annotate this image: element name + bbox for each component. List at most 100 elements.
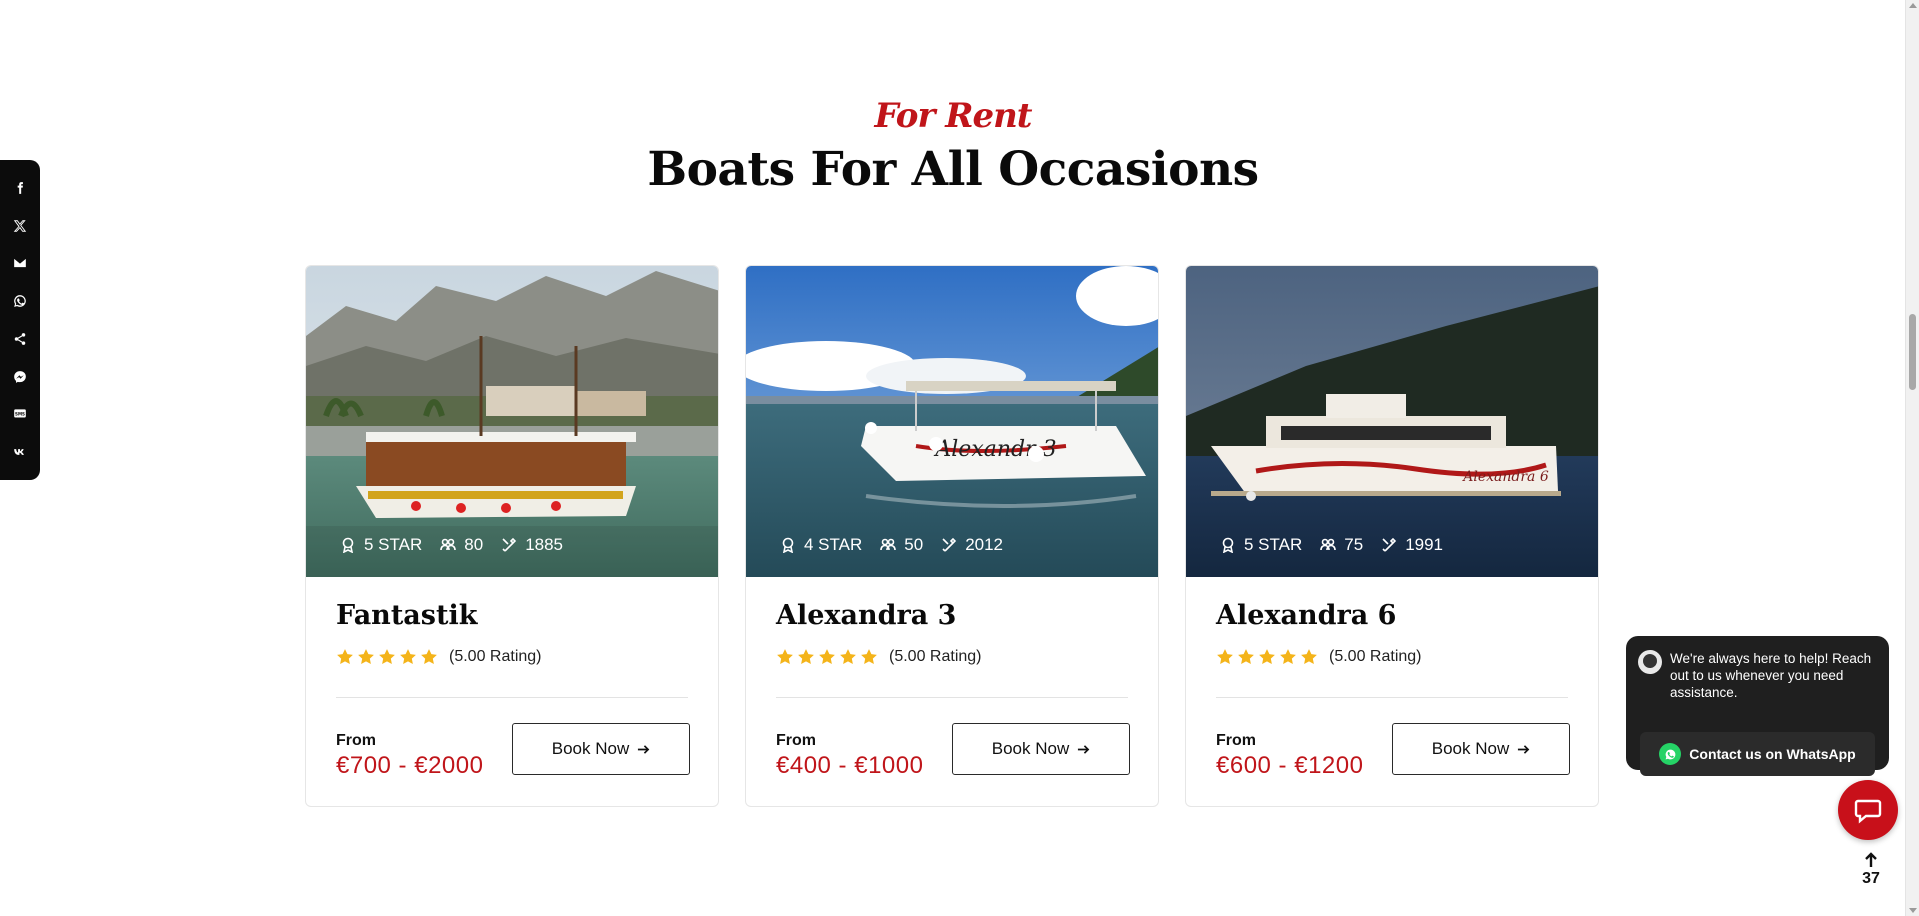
scroll-down-arrow[interactable] xyxy=(1909,908,1917,913)
star-icon xyxy=(1301,649,1317,665)
boat-capacity-label: 80 xyxy=(464,535,484,554)
boat-photo[interactable]: Alexandr 3 4 STAR 50 2012 xyxy=(746,266,1158,577)
boat-stars-label: 5 STAR xyxy=(364,535,423,554)
svg-text:SMS: SMS xyxy=(15,412,25,417)
vk-icon[interactable] xyxy=(10,442,30,462)
boat-stars-label: 5 STAR xyxy=(1244,535,1303,554)
boat-card-alexandra-6[interactable]: Alexandra 6 5 STAR 75 1991 Alexandra 6 (… xyxy=(1185,265,1599,807)
boat-rating: (5.00 Rating) xyxy=(1216,648,1422,666)
tools-icon xyxy=(502,537,517,552)
boat-meta: 5 STAR 75 1991 xyxy=(1220,535,1451,555)
chat-icon xyxy=(1854,799,1882,824)
arrow-right-icon xyxy=(1078,744,1090,754)
whatsapp-icon xyxy=(1659,743,1682,765)
award-icon xyxy=(1222,537,1234,553)
whatsapp-message-text: We're always here to help! Reach out to … xyxy=(1670,651,1872,700)
email-icon[interactable] xyxy=(10,253,30,273)
svg-text:Alexandra 6: Alexandra 6 xyxy=(1461,469,1549,485)
help-chat-button[interactable] xyxy=(1838,780,1898,840)
star-icon xyxy=(421,649,437,665)
price-from-label: From xyxy=(336,732,376,749)
social-share-bar: SMS xyxy=(0,160,40,480)
card-divider xyxy=(336,697,688,698)
boat-price: €600 - €1200 xyxy=(1216,752,1364,779)
book-now-button[interactable]: Book Now xyxy=(1392,723,1570,775)
guests-icon xyxy=(440,538,457,551)
book-now-label: Book Now xyxy=(1431,739,1510,758)
boat-capacity-label: 50 xyxy=(904,535,924,554)
book-now-label: Book Now xyxy=(551,739,630,758)
star-icon xyxy=(840,649,856,665)
whatsapp-popup: We're always here to help! Reach out to … xyxy=(1626,636,1889,776)
boat-capacity-label: 75 xyxy=(1344,535,1364,554)
scrollbar-thumb[interactable] xyxy=(1909,314,1916,390)
tools-icon xyxy=(942,537,957,552)
section-title: Boats For All Occasions xyxy=(647,142,1259,197)
boat-year: 2012 xyxy=(941,535,1003,555)
arrow-right-icon xyxy=(638,744,650,754)
star-icon xyxy=(1238,649,1254,665)
guests-icon xyxy=(1320,538,1337,551)
star-icon xyxy=(798,649,814,665)
arrow-right-icon xyxy=(1518,744,1530,754)
agent-avatar xyxy=(1638,650,1662,674)
award-icon xyxy=(782,537,794,553)
boat-name[interactable]: Fantastik xyxy=(336,600,477,631)
whatsapp-message: We're always here to help! Reach out to … xyxy=(1638,650,1877,701)
boat-stars: 5 STAR xyxy=(1220,535,1302,555)
star-icon xyxy=(358,649,374,665)
arrow-up-icon xyxy=(1865,852,1877,867)
book-now-button[interactable]: Book Now xyxy=(952,723,1130,775)
star-icon xyxy=(400,649,416,665)
guests-icon xyxy=(880,538,897,551)
boat-meta: 5 STAR 80 1885 xyxy=(340,535,571,555)
star-icon xyxy=(819,649,835,665)
boat-stars: 5 STAR xyxy=(340,535,422,555)
whatsapp-contact-button[interactable]: Contact us on WhatsApp xyxy=(1640,732,1875,776)
rating-text: (5.00 Rating) xyxy=(889,648,982,665)
star-icon xyxy=(337,649,353,665)
book-now-button[interactable]: Book Now xyxy=(512,723,690,775)
boat-stars: 4 STAR xyxy=(780,535,862,555)
boat-capacity: 50 xyxy=(880,535,923,555)
price-from-label: From xyxy=(1216,732,1256,749)
boat-name[interactable]: Alexandra 6 xyxy=(1216,600,1396,631)
section-kicker: For Rent xyxy=(874,96,1032,136)
boat-year-label: 1885 xyxy=(525,535,564,554)
boat-rating: (5.00 Rating) xyxy=(336,648,542,666)
boat-price: €400 - €1000 xyxy=(776,752,924,779)
messenger-icon[interactable] xyxy=(10,367,30,387)
x-twitter-icon[interactable] xyxy=(10,216,30,236)
boat-card-fantastik[interactable]: 5 STAR 80 1885 Fantastik (5.00 Rating) F… xyxy=(305,265,719,807)
star-icon xyxy=(1217,649,1233,665)
star-icon xyxy=(1280,649,1296,665)
award-icon xyxy=(342,537,354,553)
page-scrollbar[interactable] xyxy=(1905,0,1919,916)
sms-icon[interactable]: SMS xyxy=(10,404,30,424)
star-icon xyxy=(777,649,793,665)
tools-icon xyxy=(1382,537,1397,552)
boat-name[interactable]: Alexandra 3 xyxy=(776,600,956,631)
boat-card-alexandra-3[interactable]: Alexandr 3 4 STAR 50 2012 Alexandra 3 (5… xyxy=(745,265,1159,807)
star-icon xyxy=(379,649,395,665)
boat-year-label: 1991 xyxy=(1405,535,1444,554)
whatsapp-icon[interactable] xyxy=(10,291,30,311)
star-icon xyxy=(1259,649,1275,665)
book-now-label: Book Now xyxy=(991,739,1070,758)
boat-photo[interactable]: Alexandra 6 5 STAR 75 1991 xyxy=(1186,266,1598,577)
scroll-to-top-button[interactable]: 37 xyxy=(1858,852,1884,888)
boat-stars-label: 4 STAR xyxy=(804,535,863,554)
scroll-up-arrow[interactable] xyxy=(1909,3,1917,8)
share-icon[interactable] xyxy=(10,329,30,349)
boat-price: €700 - €2000 xyxy=(336,752,484,779)
price-from-label: From xyxy=(776,732,816,749)
boat-year: 1991 xyxy=(1381,535,1443,555)
card-divider xyxy=(776,697,1128,698)
card-divider xyxy=(1216,697,1568,698)
boat-year: 1885 xyxy=(501,535,563,555)
scroll-percent: 37 xyxy=(1862,870,1880,887)
boat-year-label: 2012 xyxy=(965,535,1004,554)
rating-text: (5.00 Rating) xyxy=(1329,648,1422,665)
boat-photo[interactable]: 5 STAR 80 1885 xyxy=(306,266,718,577)
rating-text: (5.00 Rating) xyxy=(449,648,542,665)
